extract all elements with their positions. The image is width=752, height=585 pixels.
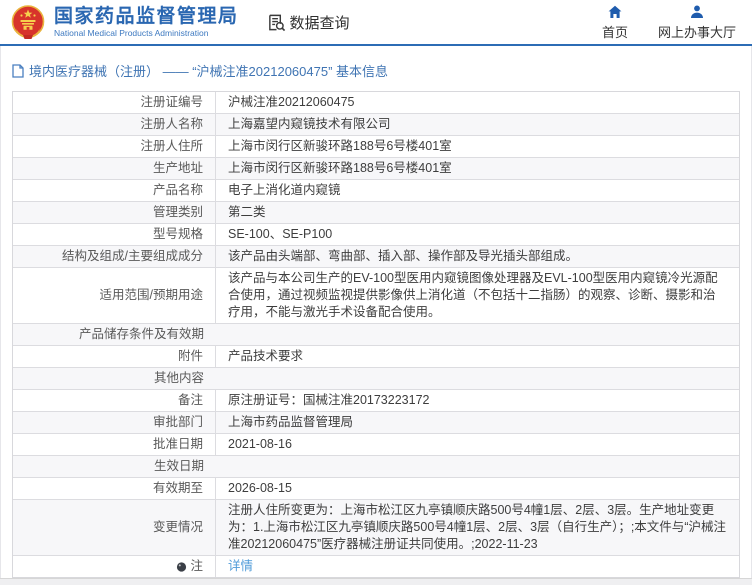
table-row: 生产地址 上海市闵行区新骏环路188号6号楼401室: [13, 157, 739, 179]
row-value: 产品技术要求: [216, 346, 739, 367]
table-row: 有效期至 2026-08-15: [13, 477, 739, 499]
page-bottom-divider: [0, 578, 752, 585]
site-title: 国家药品监督管理局: [54, 7, 239, 27]
row-label: 生产地址: [13, 158, 216, 179]
table-row: 型号规格 SE-100、SE-P100: [13, 223, 739, 245]
site-title-block: 国家药品监督管理局 National Medical Products Admi…: [54, 7, 239, 38]
table-row: 注册证编号 沪械注准20212060475: [13, 92, 739, 113]
row-label: 生效日期: [13, 456, 216, 477]
row-value: 原注册证号：国械注准20173223172: [216, 390, 739, 411]
table-row: 生效日期: [13, 455, 739, 477]
row-label: 附件: [13, 346, 216, 367]
row-label: 批准日期: [13, 434, 216, 455]
breadcrumb-text: 境内医疗器械（注册） —— “沪械注准20212060475” 基本信息: [29, 61, 388, 80]
table-row: 产品名称 电子上消化道内窥镜: [13, 179, 739, 201]
row-label: 审批部门: [13, 412, 216, 433]
row-label: 管理类别: [13, 202, 216, 223]
row-label: 产品储存条件及有效期: [13, 324, 216, 345]
main-content: 境内医疗器械（注册） —— “沪械注准20212060475” 基本信息 注册证…: [0, 46, 752, 578]
table-row: 适用范围/预期用途 该产品与本公司生产的EV-100型医用内窥镜图像处理器及EV…: [13, 267, 739, 323]
user-icon: [690, 5, 704, 19]
row-value: [216, 324, 739, 345]
row-value: 2021-08-16: [216, 434, 739, 455]
row-value: 详情: [216, 556, 739, 577]
row-label: 变更情况: [13, 500, 216, 555]
table-row-note: 注 详情: [13, 555, 739, 577]
row-value: [216, 456, 739, 477]
header-right: 首页 网上办事大厅: [602, 3, 736, 41]
row-value: 上海嘉望内窥镜技术有限公司: [216, 114, 739, 135]
table-row: 结构及组成/主要组成成分 该产品由头端部、弯曲部、插入部、操作部及导光插头部组成…: [13, 245, 739, 267]
table-row: 管理类别 第二类: [13, 201, 739, 223]
table-row: 变更情况 注册人住所变更为：上海市松江区九亭镇顺庆路500号4幢1层、2层、3层…: [13, 499, 739, 555]
row-value: 上海市闵行区新骏环路188号6号楼401室: [216, 158, 739, 179]
table-row: 批准日期 2021-08-16: [13, 433, 739, 455]
row-value: 第二类: [216, 202, 739, 223]
row-value: 上海市闵行区新骏环路188号6号楼401室: [216, 136, 739, 157]
data-query-label: 数据查询: [290, 12, 350, 33]
nav-service-hall[interactable]: 网上办事大厅: [658, 5, 736, 41]
header-left: 国家药品监督管理局 National Medical Products Admi…: [10, 4, 350, 40]
data-query-icon: [267, 13, 286, 32]
site-subtitle: National Medical Products Administration: [54, 29, 239, 38]
table-row: 注册人名称 上海嘉望内窥镜技术有限公司: [13, 113, 739, 135]
table-row: 其他内容: [13, 367, 739, 389]
row-value: 上海市药品监督管理局: [216, 412, 739, 433]
row-value: 该产品由头端部、弯曲部、插入部、操作部及导光插头部组成。: [216, 246, 739, 267]
document-icon: [12, 64, 24, 78]
row-value: [216, 368, 739, 389]
row-label: 注册人名称: [13, 114, 216, 135]
row-value: 2026-08-15: [216, 478, 739, 499]
row-value: 注册人住所变更为：上海市松江区九亭镇顺庆路500号4幢1层、2层、3层。生产地址…: [216, 500, 739, 555]
site-header: 国家药品监督管理局 National Medical Products Admi…: [0, 0, 752, 46]
registration-info-table: 注册证编号 沪械注准20212060475 注册人名称 上海嘉望内窥镜技术有限公…: [12, 91, 740, 578]
row-label: 备注: [13, 390, 216, 411]
row-label: 有效期至: [13, 478, 216, 499]
row-label: 适用范围/预期用途: [13, 268, 216, 323]
breadcrumb: 境内医疗器械（注册） —— “沪械注准20212060475” 基本信息: [12, 46, 740, 91]
row-label: 产品名称: [13, 180, 216, 201]
table-row: 备注 原注册证号：国械注准20173223172: [13, 389, 739, 411]
row-value: 沪械注准20212060475: [216, 92, 739, 113]
home-icon: [608, 5, 622, 19]
row-label: 型号规格: [13, 224, 216, 245]
nav-service-hall-label: 网上办事大厅: [658, 22, 736, 41]
row-value: SE-100、SE-P100: [216, 224, 739, 245]
row-label: 结构及组成/主要组成成分: [13, 246, 216, 267]
row-label: 注册证编号: [13, 92, 216, 113]
table-row: 附件 产品技术要求: [13, 345, 739, 367]
nav-home[interactable]: 首页: [602, 5, 628, 41]
row-value: 电子上消化道内窥镜: [216, 180, 739, 201]
row-value: 该产品与本公司生产的EV-100型医用内窥镜图像处理器及EVL-100型医用内窥…: [216, 268, 739, 323]
row-label: 注册人住所: [13, 136, 216, 157]
national-emblem-logo: [10, 4, 46, 40]
table-row: 产品储存条件及有效期: [13, 323, 739, 345]
nav-data-query[interactable]: 数据查询: [267, 12, 350, 33]
nav-home-label: 首页: [602, 22, 628, 41]
table-row: 注册人住所 上海市闵行区新骏环路188号6号楼401室: [13, 135, 739, 157]
table-row: 审批部门 上海市药品监督管理局: [13, 411, 739, 433]
page: 国家药品监督管理局 National Medical Products Admi…: [0, 0, 752, 585]
note-icon: [176, 562, 187, 573]
row-label: 其他内容: [13, 368, 216, 389]
row-label: 注: [13, 556, 216, 577]
